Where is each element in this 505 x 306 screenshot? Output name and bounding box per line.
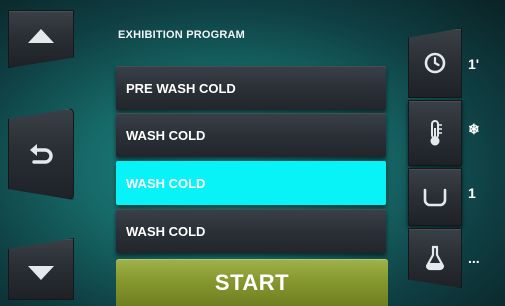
start-button[interactable]: START <box>116 259 388 306</box>
tub-icon <box>423 188 447 207</box>
time-param-button[interactable] <box>408 28 462 98</box>
program-step-row[interactable]: WASH COLD <box>116 209 386 253</box>
program-title: EXHIBITION PROGRAM <box>118 29 246 41</box>
tub-param-button[interactable] <box>408 168 462 226</box>
program-step-row-selected[interactable]: WASH COLD <box>116 161 386 205</box>
thermometer-icon <box>430 120 442 146</box>
program-step-label: WASH COLD <box>126 127 206 143</box>
program-step-row[interactable]: WASH COLD <box>116 113 386 157</box>
program-step-label: WASH COLD <box>126 223 206 239</box>
scroll-down-button[interactable] <box>8 238 74 300</box>
left-nav <box>0 0 100 306</box>
program-step-row[interactable]: PRE WASH COLD <box>116 66 386 110</box>
program-step-label: PRE WASH COLD <box>126 80 236 96</box>
start-label: START <box>214 269 290 295</box>
washer-program-screen: EXHIBITION PROGRAM PRE WASH COLD WASH CO… <box>0 0 505 306</box>
back-return-icon <box>30 144 53 164</box>
flask-icon <box>425 245 445 271</box>
temperature-param-button[interactable] <box>408 100 462 166</box>
arrow-up-icon <box>28 29 54 43</box>
tub-value: 1 <box>468 185 476 201</box>
time-value: 1' <box>468 56 480 72</box>
scroll-up-button[interactable] <box>8 10 74 68</box>
detergent-value: ... <box>468 250 480 266</box>
back-button[interactable] <box>8 108 74 200</box>
arrow-down-icon <box>28 266 54 280</box>
program-step-label: WASH COLD <box>126 175 206 191</box>
detergent-param-button[interactable] <box>408 228 462 288</box>
temperature-value: ❄ <box>468 121 480 137</box>
clock-icon <box>424 52 446 74</box>
